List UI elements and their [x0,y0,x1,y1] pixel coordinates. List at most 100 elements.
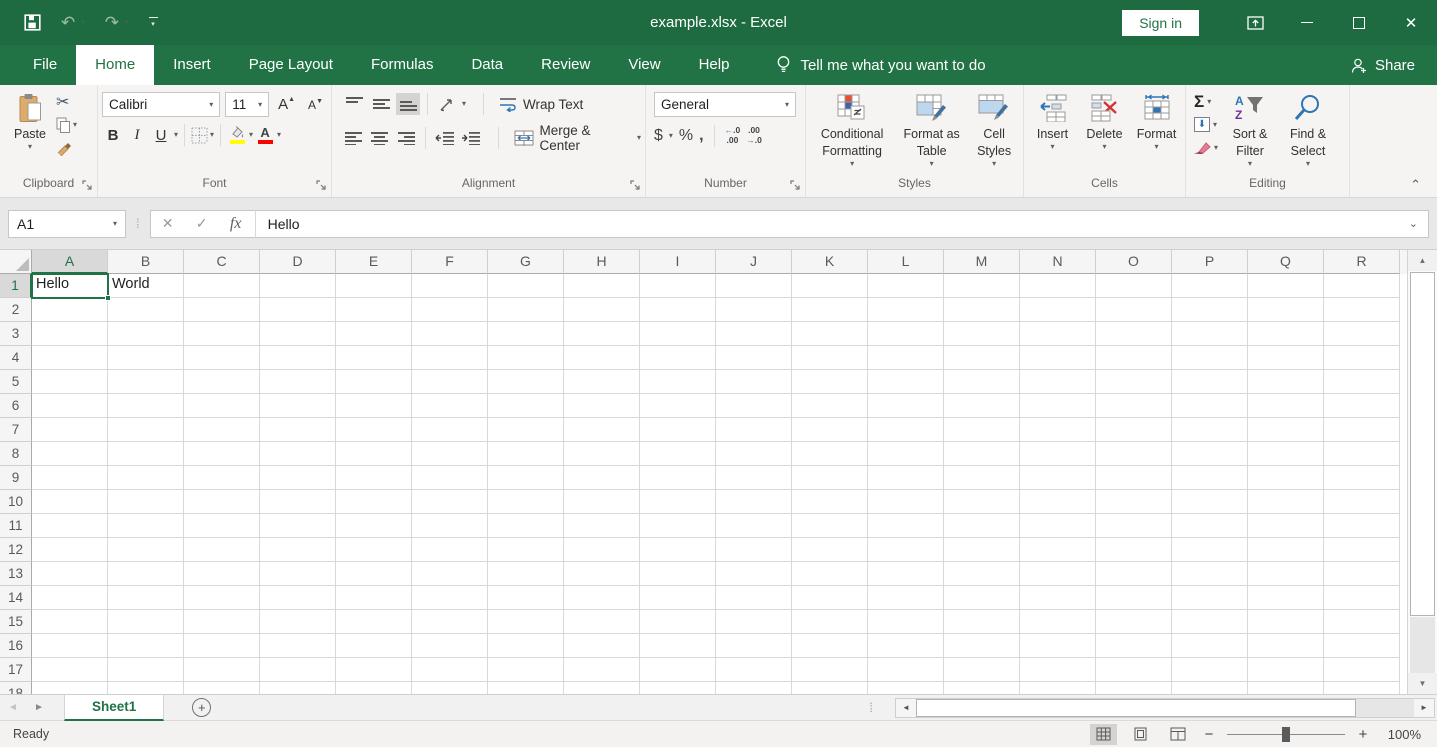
cell-O2[interactable] [1096,298,1172,322]
cell-M1[interactable] [944,274,1020,298]
cell-J5[interactable] [716,370,792,394]
cell-B16[interactable] [108,634,184,658]
column-header-J[interactable]: J [716,250,792,274]
column-header-P[interactable]: P [1172,250,1248,274]
cell-B10[interactable] [108,490,184,514]
cell-G4[interactable] [488,346,564,370]
cell-K10[interactable] [792,490,868,514]
cell-I13[interactable] [640,562,716,586]
cell-L16[interactable] [868,634,944,658]
cell-B6[interactable] [108,394,184,418]
row-header-11[interactable]: 11 [0,514,32,538]
cell-E6[interactable] [336,394,412,418]
cell-B9[interactable] [108,466,184,490]
cell-B11[interactable] [108,514,184,538]
cell-F11[interactable] [412,514,488,538]
cell-O15[interactable] [1096,610,1172,634]
add-sheet-button[interactable]: + [192,698,211,717]
scroll-up-icon[interactable]: ▲ [1408,250,1437,271]
comma-format-button[interactable]: , [699,127,703,145]
zoom-slider[interactable] [1227,727,1345,742]
cell-C14[interactable] [184,586,260,610]
clear-dropdown-icon[interactable]: ▾ [1214,144,1218,152]
row-header-5[interactable]: 5 [0,370,32,394]
cell-N16[interactable] [1020,634,1096,658]
column-header-Q[interactable]: Q [1248,250,1324,274]
column-header-O[interactable]: O [1096,250,1172,274]
prev-sheet-icon[interactable]: ◄ [0,702,26,713]
cell-O9[interactable] [1096,466,1172,490]
cell-G3[interactable] [488,322,564,346]
number-format-select[interactable]: General ▾ [654,92,796,117]
cell-B17[interactable] [108,658,184,682]
insert-cells-button[interactable]: Insert ▾ [1029,90,1077,174]
cell-M18[interactable] [944,682,1020,694]
align-center-button[interactable] [368,127,391,149]
cell-F16[interactable] [412,634,488,658]
cell-R3[interactable] [1324,322,1400,346]
cell-L5[interactable] [868,370,944,394]
cell-F1[interactable] [412,274,488,298]
cell-D4[interactable] [260,346,336,370]
cell-L8[interactable] [868,442,944,466]
redo-dropdown-icon[interactable]: ▾ [125,19,129,26]
cell-D16[interactable] [260,634,336,658]
share-button[interactable]: Share [1350,45,1415,85]
number-dialog-launcher-icon[interactable] [790,180,801,191]
cell-O4[interactable] [1096,346,1172,370]
row-header-17[interactable]: 17 [0,658,32,682]
cell-M17[interactable] [944,658,1020,682]
cell-A14[interactable] [32,586,108,610]
column-header-N[interactable]: N [1020,250,1096,274]
row-header-1[interactable]: 1 [0,274,32,298]
copy-button[interactable]: ▾ [56,116,77,134]
cell-P12[interactable] [1172,538,1248,562]
cell-H8[interactable] [564,442,640,466]
cell-A9[interactable] [32,466,108,490]
cell-K4[interactable] [792,346,868,370]
cell-M9[interactable] [944,466,1020,490]
cell-J8[interactable] [716,442,792,466]
cell-M6[interactable] [944,394,1020,418]
row-header-13[interactable]: 13 [0,562,32,586]
cell-F5[interactable] [412,370,488,394]
middle-align-button[interactable] [369,93,393,115]
cell-A6[interactable] [32,394,108,418]
cell-C9[interactable] [184,466,260,490]
cell-R6[interactable] [1324,394,1400,418]
cell-P9[interactable] [1172,466,1248,490]
cell-R8[interactable] [1324,442,1400,466]
cell-styles-button[interactable]: Cell Styles ▾ [969,90,1019,174]
format-cells-button[interactable]: Format ▾ [1133,90,1181,174]
cell-G1[interactable] [488,274,564,298]
cell-Q8[interactable] [1248,442,1324,466]
paste-button[interactable]: Paste ▾ [4,90,56,174]
cell-E11[interactable] [336,514,412,538]
cell-J14[interactable] [716,586,792,610]
find-select-button[interactable]: Find & Select ▾ [1282,90,1334,174]
cell-J15[interactable] [716,610,792,634]
cell-N17[interactable] [1020,658,1096,682]
maximize-button[interactable] [1333,0,1385,45]
cell-H1[interactable] [564,274,640,298]
column-header-C[interactable]: C [184,250,260,274]
cell-L18[interactable] [868,682,944,694]
delete-cells-button[interactable]: Delete ▾ [1081,90,1129,174]
column-header-R[interactable]: R [1324,250,1400,274]
cell-D13[interactable] [260,562,336,586]
column-header-M[interactable]: M [944,250,1020,274]
cell-G14[interactable] [488,586,564,610]
page-layout-view-button[interactable] [1127,724,1154,745]
cell-L2[interactable] [868,298,944,322]
cell-R16[interactable] [1324,634,1400,658]
customize-quick-access-icon[interactable]: ▾ [149,17,158,28]
cell-C7[interactable] [184,418,260,442]
row-header-10[interactable]: 10 [0,490,32,514]
cell-J13[interactable] [716,562,792,586]
cell-L6[interactable] [868,394,944,418]
cell-A17[interactable] [32,658,108,682]
increase-indent-button[interactable] [459,127,482,149]
cell-H9[interactable] [564,466,640,490]
cell-H5[interactable] [564,370,640,394]
cell-Q5[interactable] [1248,370,1324,394]
